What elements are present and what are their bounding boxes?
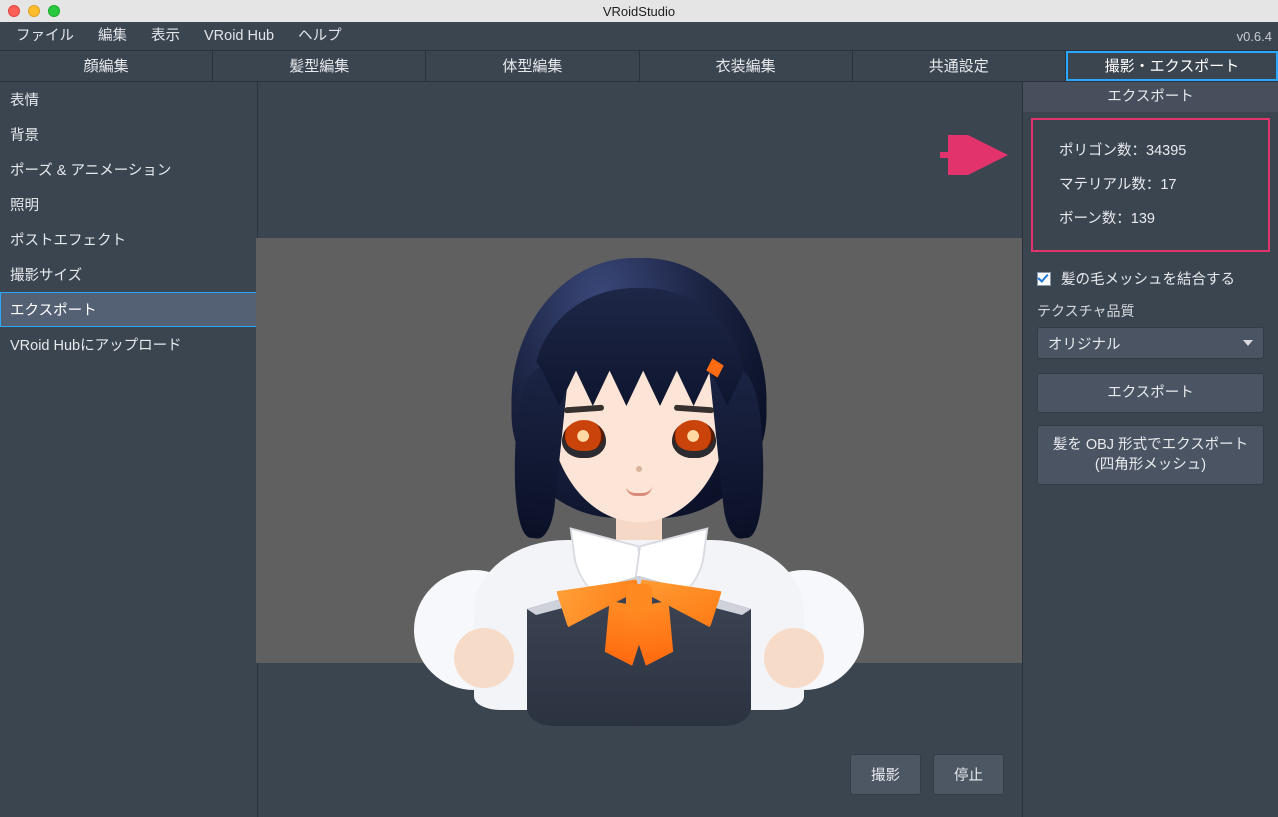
center-buttons: 撮影 停止 xyxy=(850,754,1004,795)
viewport[interactable]: 撮影 停止 xyxy=(258,82,1022,817)
tabbar: 顔編集 髪型編集 体型編集 衣装編集 共通設定 撮影・エクスポート xyxy=(0,50,1278,82)
menu-file[interactable]: ファイル xyxy=(4,22,86,50)
window-title: VRoidStudio xyxy=(603,4,675,19)
stats-box: ポリゴン数：34395 マテリアル数：17 ボーン数：139 xyxy=(1031,118,1270,252)
stat-polygons-value: 34395 xyxy=(1146,143,1186,159)
canvas[interactable] xyxy=(256,238,1022,663)
menu-view[interactable]: 表示 xyxy=(139,22,192,50)
sidebar-item-export[interactable]: エクスポート xyxy=(0,292,257,327)
export-obj-button[interactable]: 髪を OBJ 形式でエクスポート (四角形メッシュ) xyxy=(1037,425,1264,485)
menu-help[interactable]: ヘルプ xyxy=(286,22,354,50)
window-controls xyxy=(8,5,60,17)
sidebar-item-pose[interactable]: ポーズ & アニメーション xyxy=(0,152,257,187)
stat-materials-label: マテリアル数： xyxy=(1059,177,1160,193)
export-obj-line1: 髪を OBJ 形式でエクスポート xyxy=(1053,437,1248,453)
tab-export[interactable]: 撮影・エクスポート xyxy=(1066,51,1278,81)
export-button[interactable]: エクスポート xyxy=(1037,373,1264,413)
merge-hair-label: 髪の毛メッシュを結合する xyxy=(1061,268,1235,289)
sidebar-item-background[interactable]: 背景 xyxy=(0,117,257,152)
close-icon[interactable] xyxy=(8,5,20,17)
stat-materials-value: 17 xyxy=(1160,177,1176,193)
capture-button[interactable]: 撮影 xyxy=(850,754,921,795)
maximize-icon[interactable] xyxy=(48,5,60,17)
chevron-down-icon xyxy=(1243,340,1253,346)
stat-materials: マテリアル数：17 xyxy=(1059,168,1254,202)
tab-common[interactable]: 共通設定 xyxy=(853,51,1066,81)
sidebar: 表情 背景 ポーズ & アニメーション 照明 ポストエフェクト 撮影サイズ エク… xyxy=(0,82,258,817)
stat-bones-label: ボーン数： xyxy=(1059,211,1131,227)
texture-quality-select[interactable]: オリジナル xyxy=(1037,327,1264,359)
version-label: v0.6.4 xyxy=(1237,29,1272,44)
sidebar-item-lighting[interactable]: 照明 xyxy=(0,187,257,222)
menubar: ファイル 編集 表示 VRoid Hub ヘルプ v0.6.4 xyxy=(0,22,1278,50)
merge-hair-row[interactable]: 髪の毛メッシュを結合する xyxy=(1023,260,1278,297)
menu-edit[interactable]: 編集 xyxy=(86,22,139,50)
minimize-icon[interactable] xyxy=(28,5,40,17)
tab-hair[interactable]: 髪型編集 xyxy=(213,51,426,81)
titlebar: VRoidStudio xyxy=(0,0,1278,22)
sidebar-item-upload[interactable]: VRoid Hubにアップロード xyxy=(0,327,257,362)
texture-quality-label: テクスチャ品質 xyxy=(1023,297,1278,327)
texture-quality-value: オリジナル xyxy=(1048,333,1121,354)
stat-bones: ボーン数：139 xyxy=(1059,202,1254,236)
tab-body[interactable]: 体型編集 xyxy=(426,51,639,81)
sidebar-item-expression[interactable]: 表情 xyxy=(0,82,257,117)
stop-button[interactable]: 停止 xyxy=(933,754,1004,795)
sidebar-item-posteffect[interactable]: ポストエフェクト xyxy=(0,222,257,257)
stat-polygons: ポリゴン数：34395 xyxy=(1059,134,1254,168)
right-panel-header: エクスポート xyxy=(1023,82,1278,112)
export-obj-line2: (四角形メッシュ) xyxy=(1095,457,1206,473)
sidebar-item-size[interactable]: 撮影サイズ xyxy=(0,257,257,292)
tab-face[interactable]: 顔編集 xyxy=(0,51,213,81)
character-preview xyxy=(444,258,834,663)
tab-outfit[interactable]: 衣装編集 xyxy=(640,51,853,81)
right-panel: エクスポート ポリゴン数：34395 マテリアル数：17 ボーン数：139 髪の… xyxy=(1022,82,1278,817)
menu-vroidhub[interactable]: VRoid Hub xyxy=(192,22,286,50)
merge-hair-checkbox[interactable] xyxy=(1037,272,1051,286)
stat-bones-value: 139 xyxy=(1131,211,1155,227)
stat-polygons-label: ポリゴン数： xyxy=(1059,143,1146,159)
